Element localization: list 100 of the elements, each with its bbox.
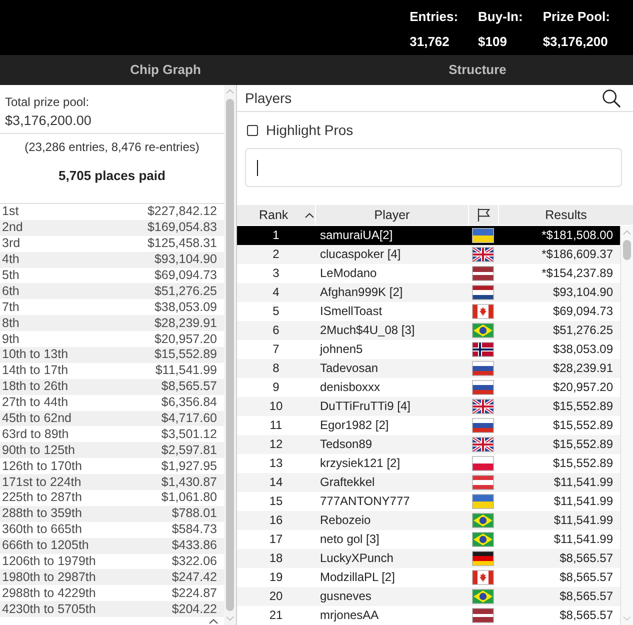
country-flag-icon (472, 494, 494, 509)
country-flag-icon (472, 266, 494, 281)
player-row[interactable]: 18 LuckyXPunch $8,565.57 (237, 549, 620, 568)
player-row[interactable]: 19 ModzillaPL [2] $8,565.57 (237, 568, 620, 587)
result-cell-text: $20,957.20 (552, 380, 614, 395)
country-flag-icon (472, 475, 494, 490)
rank-cell-text: 3 (272, 266, 280, 281)
prize-amount: $28,239.91 (154, 316, 217, 331)
total-prize-value: $3,176,200.00 (5, 112, 92, 129)
player-row[interactable]: 5 ISmellToast $69,094.73 (237, 302, 620, 321)
scrollbar-thumb[interactable] (226, 99, 234, 611)
checkbox[interactable] (247, 124, 258, 136)
chevron-down-icon[interactable] (623, 616, 631, 621)
player-name-cell-text: clucaspoker [4] (319, 247, 402, 262)
player-name-cell-text: Graftekkel (319, 475, 376, 490)
player-row[interactable]: 16 Rebozeio $11,541.99 (237, 511, 620, 530)
rank-cell-text: 2 (272, 247, 280, 262)
result-cell-text: $15,552.89 (552, 418, 614, 433)
player-row[interactable]: 17 neto gol [3] $11,541.99 (237, 530, 620, 549)
column-header[interactable]: Rank (237, 205, 315, 225)
place-label: 666th to 1205th (2, 538, 89, 554)
place-label: 7th (2, 300, 20, 315)
player-row[interactable]: 2 clucaspoker [4] *$186,609.37 (237, 245, 620, 264)
country-flag-icon (472, 342, 494, 357)
country-flag-icon (472, 570, 494, 585)
result-cell-text: $11,541.99 (552, 532, 614, 547)
tab[interactable]: Structure (331, 55, 624, 85)
player-name-cell-text: Egor1982 [2] (319, 418, 390, 433)
rank-cell-text: 18 (268, 551, 284, 566)
player-row[interactable]: 11 Egor1982 [2] $15,552.89 (237, 416, 620, 435)
rank-cell-text: 7 (272, 342, 280, 357)
rank-cell-text: 17 (268, 532, 284, 547)
player-row[interactable]: 21 mrjonesAA $8,565.57 (237, 606, 620, 625)
rank-cell-text: 13 (268, 456, 284, 471)
chevron-up-icon[interactable] (226, 89, 234, 94)
player-row[interactable]: 3 LeModano *$154,237.89 (237, 264, 620, 283)
stat-value: $3,176,200 (542, 34, 609, 49)
country-flag-icon (472, 551, 494, 566)
chevron-down-icon[interactable] (226, 616, 234, 621)
place-label: 4th (2, 252, 20, 268)
prize-amount: $169,054.83 (147, 220, 217, 236)
highlight-pros-label[interactable]: Highlight Pros (266, 122, 354, 138)
prize-amount: $322.06 (172, 554, 217, 570)
place-label: 1980th to 2987th (2, 570, 96, 585)
search-icon[interactable] (602, 88, 621, 108)
player-row[interactable]: 14 Graftekkel $11,541.99 (237, 473, 620, 492)
player-name-cell-text: LeModano (319, 266, 378, 281)
prize-amount: $15,552.89 (154, 347, 217, 362)
rank-cell-text: 5 (272, 304, 280, 319)
player-row[interactable]: 8 Tadevosan $28,239.91 (237, 359, 620, 378)
place-label: 90th to 125th (2, 442, 75, 458)
column-header[interactable] (468, 205, 498, 225)
scrollbar-thumb[interactable] (623, 240, 631, 260)
scrollbar[interactable] (224, 85, 236, 625)
player-name-cell-text: neto gol [3] (319, 532, 380, 547)
player-row[interactable]: 9 denisboxxx $20,957.20 (237, 378, 620, 397)
player-name-cell-text: Afghan999K [2] (319, 285, 404, 300)
country-flag-icon (472, 285, 494, 300)
chevron-up-icon[interactable] (623, 230, 631, 235)
place-label: 2nd (2, 220, 23, 236)
player-row[interactable]: 4 Afghan999K [2] $93,104.90 (237, 283, 620, 302)
rank-cell-text: 6 (272, 323, 280, 338)
prize-amount: $227,842.12 (147, 204, 217, 220)
result-cell-text: $28,239.91 (552, 361, 614, 376)
country-flag-icon (472, 437, 494, 452)
column-header[interactable]: Results (498, 205, 633, 225)
column-header[interactable]: Player (315, 205, 468, 225)
tab[interactable]: Chip Graph (0, 55, 331, 85)
stat-value: 31,762 (410, 34, 450, 49)
rank-cell-text: 4 (272, 285, 280, 300)
prize-amount: $224.87 (172, 586, 217, 601)
country-flag-icon (472, 361, 494, 376)
player-row[interactable]: 7 johnen5 $38,053.09 (237, 340, 620, 359)
scrollbar[interactable] (620, 226, 633, 625)
stat-label: Buy-In: (478, 9, 523, 24)
places-paid: 5,705 places paid (58, 168, 166, 184)
rank-cell-text: 12 (268, 437, 284, 452)
player-row[interactable]: 15 777ANTONY777 $11,541.99 (237, 492, 620, 511)
country-flag-icon (472, 380, 494, 395)
text-cursor-icon (257, 160, 258, 176)
player-row[interactable]: 13 krzysiek121 [2] $15,552.89 (237, 454, 620, 473)
player-name-cell-text: gusneves (319, 589, 372, 604)
prize-amount: $4,717.60 (161, 411, 217, 426)
prize-amount: $204.22 (172, 602, 217, 617)
collapse-caret-icon[interactable] (209, 619, 218, 624)
result-cell-text: *$154,237.89 (540, 266, 614, 281)
player-search-field[interactable] (245, 148, 622, 187)
player-row[interactable]: 12 Tedson89 $15,552.89 (237, 435, 620, 454)
prize-amount: $93,104.90 (154, 252, 217, 268)
player-row[interactable]: 20 gusneves $8,565.57 (237, 587, 620, 606)
result-cell-text: $8,565.57 (558, 608, 614, 623)
place-label: 10th to 13th (2, 347, 68, 362)
result-cell-text: *$186,609.37 (540, 247, 614, 262)
result-cell-text: $11,541.99 (552, 513, 614, 528)
player-row[interactable]: 10 DuTTiFruTTi9 [4] $15,552.89 (237, 397, 620, 416)
player-row[interactable]: 1 samuraiUA[2] *$181,508.00 (237, 226, 620, 245)
prize-amount: $1,430.87 (161, 474, 217, 490)
player-name-cell-text: samuraiUA[2] (319, 228, 394, 243)
player-row[interactable]: 6 2Much$4U_08 [3] $51,276.25 (237, 321, 620, 340)
country-flag-icon (472, 323, 494, 338)
